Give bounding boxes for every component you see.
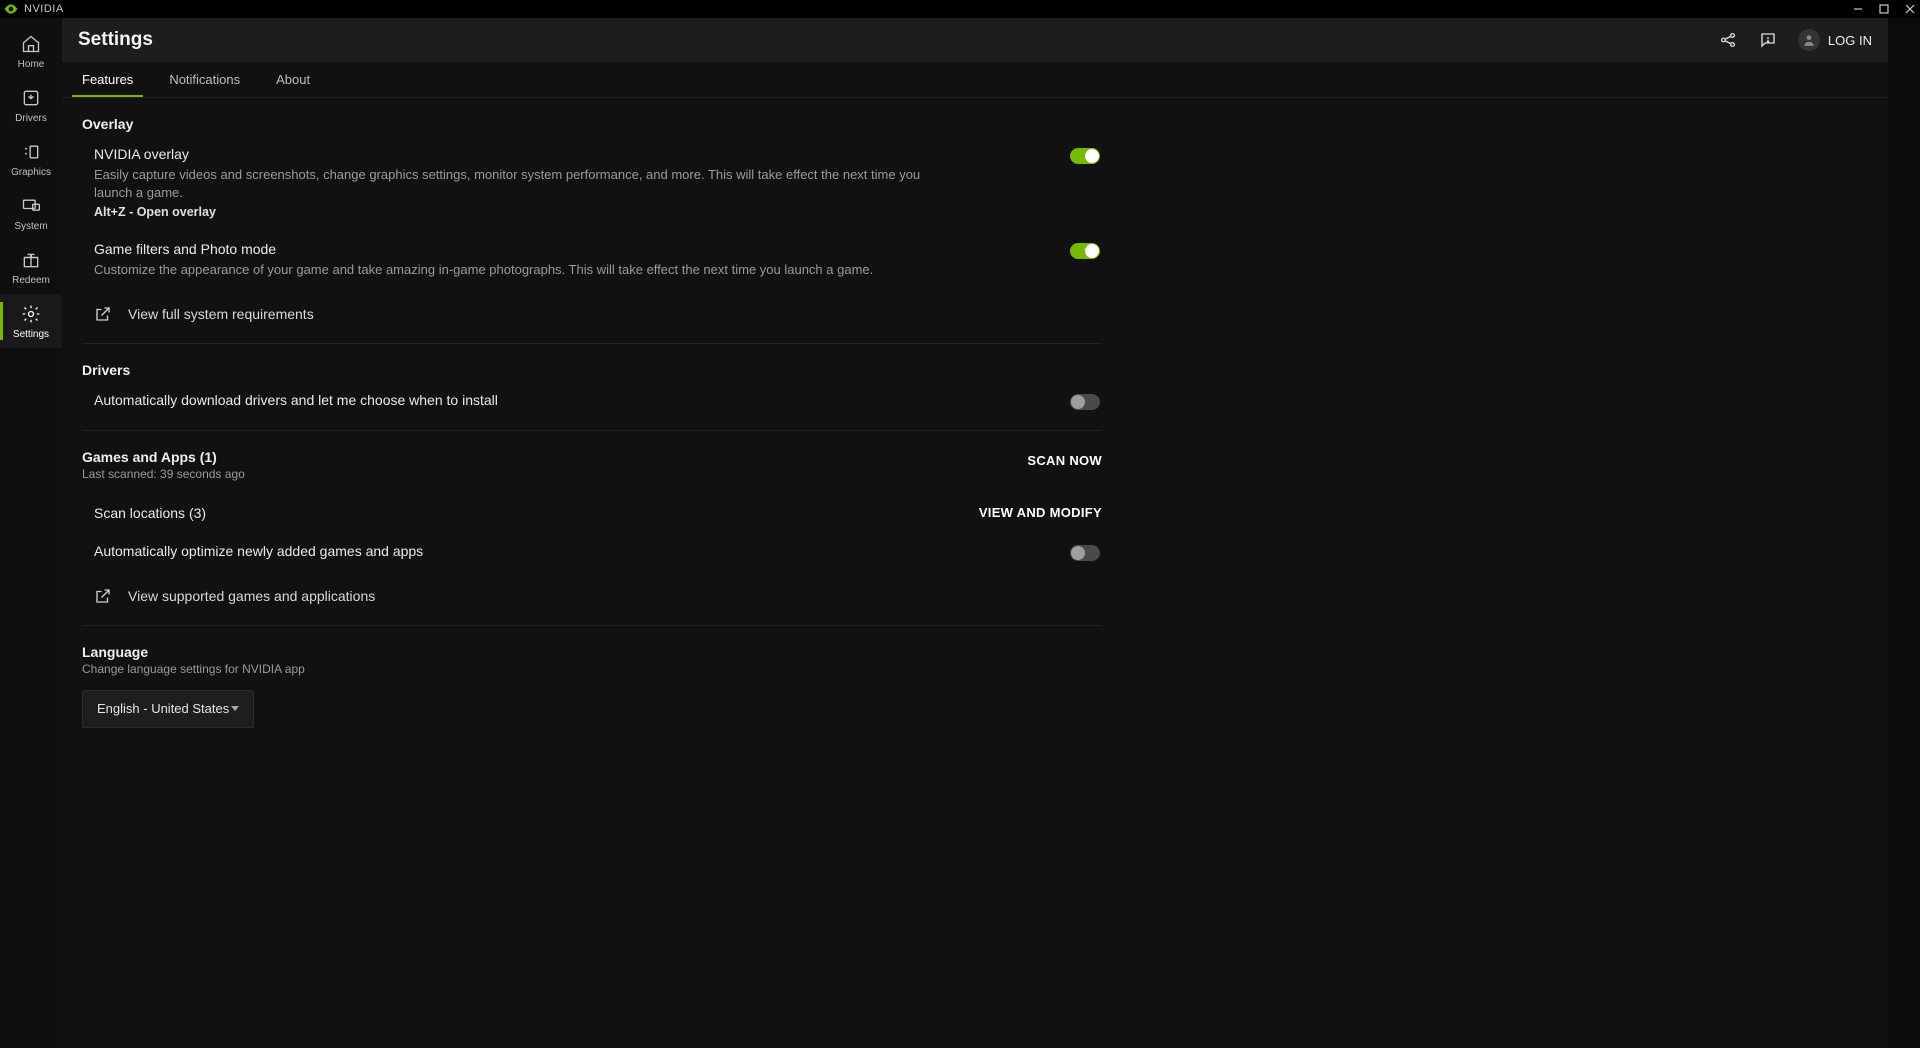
sidebar-label: Settings <box>13 329 49 340</box>
tab-about[interactable]: About <box>276 62 310 97</box>
titlebar-left: NVIDIA <box>4 3 64 15</box>
tab-notifications[interactable]: Notifications <box>169 62 240 97</box>
setting-nvidia-overlay: NVIDIA overlay Easily capture videos and… <box>82 146 1102 219</box>
link-label: View full system requirements <box>128 306 314 322</box>
external-link-icon <box>94 587 112 605</box>
sidebar-item-home[interactable]: Home <box>0 24 62 78</box>
section-overlay: Overlay <box>82 116 1102 132</box>
link-system-requirements[interactable]: View full system requirements <box>82 305 1102 323</box>
gear-icon <box>20 303 42 325</box>
avatar-icon <box>1798 29 1820 51</box>
divider <box>82 343 1102 344</box>
section-games-title: Games and Apps (1) <box>82 449 245 465</box>
section-drivers: Drivers <box>82 362 1102 378</box>
last-scanned: Last scanned: 39 seconds ago <box>82 467 245 481</box>
divider <box>82 430 1102 431</box>
main: Settings LOG IN Features Notifications A… <box>62 18 1888 1048</box>
setting-scan-locations: Scan locations (3) VIEW AND MODIFY <box>82 505 1102 521</box>
tab-label: Features <box>82 72 133 87</box>
sidebar-item-system[interactable]: System <box>0 186 62 240</box>
header-actions: LOG IN <box>1718 29 1872 51</box>
tab-label: Notifications <box>169 72 240 87</box>
drivers-icon <box>20 87 42 109</box>
system-icon <box>20 195 42 217</box>
titlebar-brand: NVIDIA <box>24 3 64 15</box>
setting-auto-optimize: Automatically optimize newly added games… <box>82 543 1102 561</box>
maximize-button[interactable] <box>1878 3 1890 15</box>
sidebar-label: Home <box>18 59 45 70</box>
feedback-icon[interactable] <box>1758 30 1778 50</box>
login-label: LOG IN <box>1828 33 1872 48</box>
window-controls <box>1852 3 1916 15</box>
language-desc: Change language settings for NVIDIA app <box>82 662 1102 676</box>
sidebar: Home Drivers Graphics System Redeem Sett… <box>0 18 62 1048</box>
graphics-icon <box>20 141 42 163</box>
sidebar-item-settings[interactable]: Settings <box>0 294 62 348</box>
link-supported-games[interactable]: View supported games and applications <box>82 587 1102 605</box>
tab-features[interactable]: Features <box>82 62 133 97</box>
divider <box>82 625 1102 626</box>
sidebar-item-redeem[interactable]: Redeem <box>0 240 62 294</box>
view-and-modify-button[interactable]: VIEW AND MODIFY <box>979 505 1102 520</box>
login-button[interactable]: LOG IN <box>1798 29 1872 51</box>
setting-auto-download-drivers: Automatically download drivers and let m… <box>82 392 1102 410</box>
setting-title: Automatically download drivers and let m… <box>94 392 498 408</box>
setting-desc: Easily capture videos and screenshots, c… <box>94 166 944 201</box>
language-dropdown[interactable]: English - United States <box>82 690 254 728</box>
sidebar-label: Graphics <box>11 167 51 178</box>
minimize-button[interactable] <box>1852 3 1864 15</box>
external-link-icon <box>94 305 112 323</box>
close-button[interactable] <box>1904 3 1916 15</box>
sidebar-item-drivers[interactable]: Drivers <box>0 78 62 132</box>
dropdown-selected: English - United States <box>97 701 229 716</box>
toggle-game-filters[interactable] <box>1070 243 1100 259</box>
nvidia-logo-icon <box>4 4 18 14</box>
tabs: Features Notifications About <box>62 62 1888 98</box>
sidebar-label: System <box>14 221 47 232</box>
toggle-auto-optimize[interactable] <box>1070 545 1100 561</box>
setting-title: NVIDIA overlay <box>94 146 944 162</box>
titlebar: NVIDIA <box>0 0 1920 18</box>
sidebar-item-graphics[interactable]: Graphics <box>0 132 62 186</box>
home-icon <box>20 33 42 55</box>
sidebar-label: Drivers <box>15 113 47 124</box>
toggle-auto-download-drivers[interactable] <box>1070 394 1100 410</box>
setting-desc: Customize the appearance of your game an… <box>94 261 873 279</box>
page-title: Settings <box>78 29 153 51</box>
share-icon[interactable] <box>1718 30 1738 50</box>
setting-title: Automatically optimize newly added games… <box>94 543 423 559</box>
section-language: Language <box>82 644 1102 660</box>
setting-game-filters: Game filters and Photo mode Customize th… <box>82 241 1102 279</box>
toggle-nvidia-overlay[interactable] <box>1070 148 1100 164</box>
scan-now-button[interactable]: SCAN NOW <box>1027 453 1102 468</box>
content: Overlay NVIDIA overlay Easily capture vi… <box>62 98 1888 1048</box>
setting-title: Scan locations (3) <box>94 505 206 521</box>
gift-icon <box>20 249 42 271</box>
setting-hint: Alt+Z - Open overlay <box>94 205 944 219</box>
sidebar-label: Redeem <box>12 275 50 286</box>
setting-title: Game filters and Photo mode <box>94 241 873 257</box>
header: Settings LOG IN <box>62 18 1888 62</box>
section-games: Games and Apps (1) Last scanned: 39 seco… <box>82 449 1102 481</box>
tab-label: About <box>276 72 310 87</box>
link-label: View supported games and applications <box>128 588 375 604</box>
chevron-down-icon <box>231 706 239 711</box>
